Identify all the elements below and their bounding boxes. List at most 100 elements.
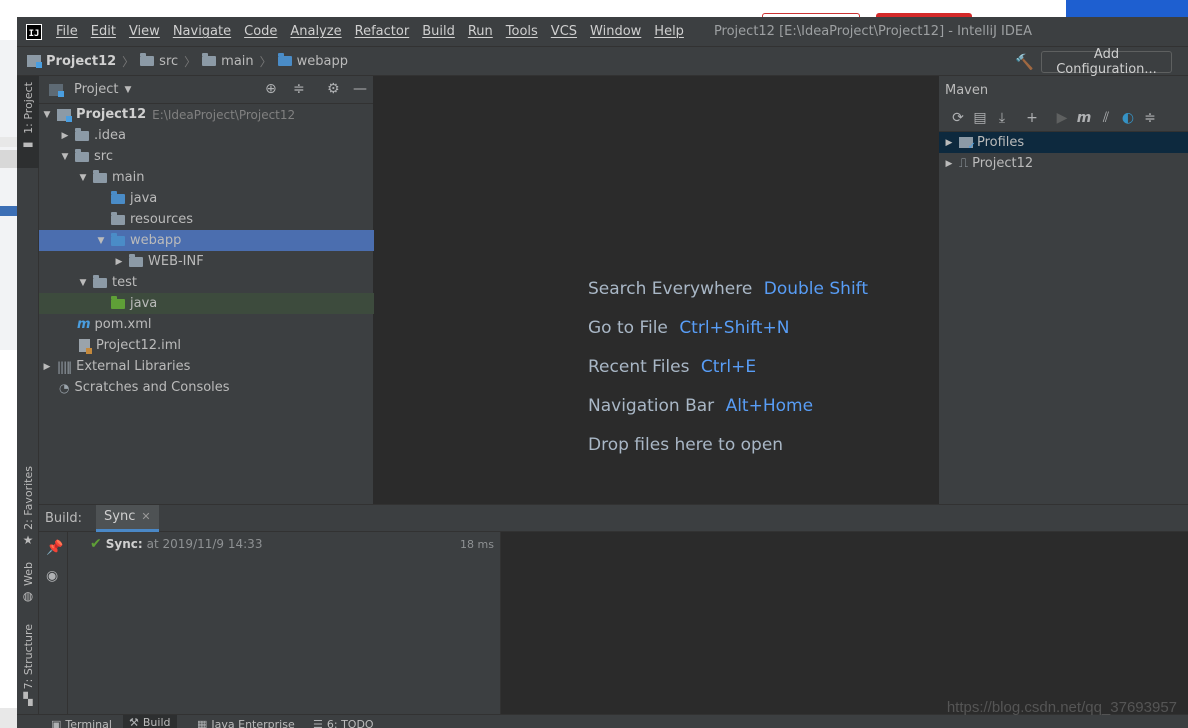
maven-title: Maven	[945, 82, 989, 98]
reimport-icon[interactable]: ⟳	[947, 110, 969, 126]
breadcrumb-label: src	[159, 53, 179, 69]
menu-file[interactable]: File	[56, 24, 78, 39]
tree-item-label: webapp	[130, 233, 182, 248]
project-view-selector[interactable]: Project	[74, 82, 118, 97]
web-folder-icon	[277, 53, 292, 66]
collapsed-arrow-icon[interactable]: ▶	[943, 138, 955, 148]
breadcrumb-webapp[interactable]: webapp	[277, 53, 348, 69]
maven-item-project12[interactable]: ▶ ⎍ Project12	[939, 153, 1188, 174]
tree-item-main[interactable]: ▼ main	[39, 167, 374, 188]
tool-tab-project[interactable]: 1: Project ▬	[17, 76, 39, 168]
expanded-arrow-icon[interactable]: ▼	[95, 236, 107, 246]
tool-tab-structure[interactable]: 7: Structure ▚	[17, 624, 39, 705]
menu-view[interactable]: View	[129, 24, 160, 39]
chevron-right-icon: 〉	[184, 54, 197, 69]
collapse-all-icon[interactable]: ≑	[293, 81, 305, 97]
folder-icon	[93, 274, 107, 288]
java-enterprise-icon: ▦	[197, 718, 208, 728]
run-icon[interactable]: ▶	[1051, 110, 1073, 126]
eye-icon[interactable]: ◉	[46, 568, 58, 584]
tool-tab-web[interactable]: Web ◍	[17, 562, 39, 602]
tree-item-resources[interactable]: resources	[39, 209, 374, 230]
menu-vcs[interactable]: VCS	[551, 24, 577, 39]
build-console[interactable]	[501, 532, 1188, 715]
tree-item-external-libraries[interactable]: ▶ |||‖ External Libraries	[39, 356, 374, 377]
sync-result-row[interactable]: ✔ Sync: at 2019/11/9 14:33	[90, 536, 262, 552]
execute-goal-icon[interactable]: m	[1073, 110, 1095, 126]
collapsed-arrow-icon[interactable]: ▶	[113, 257, 125, 267]
collapse-all-icon[interactable]: ≑	[1139, 110, 1161, 126]
tool-tab-label: 2: Favorites	[21, 466, 35, 530]
minimize-icon[interactable]: —	[353, 81, 367, 97]
tool-tab-todo[interactable]: ☰ 6: TODO	[313, 718, 374, 728]
breadcrumb-main[interactable]: main 〉	[202, 53, 278, 70]
gear-icon[interactable]: ⚙	[327, 81, 340, 97]
structure-icon: ▚	[23, 692, 33, 707]
editor-empty-area[interactable]: Search Everywhere Double Shift Go to Fil…	[374, 76, 938, 504]
collapsed-arrow-icon[interactable]: ▶	[943, 159, 955, 169]
menu-build[interactable]: Build	[422, 24, 455, 39]
tree-item-label: pom.xml	[94, 317, 152, 332]
tree-item-src[interactable]: ▼ src	[39, 146, 374, 167]
tool-tab-label: 7: Structure	[21, 624, 35, 690]
expanded-arrow-icon[interactable]: ▼	[77, 173, 89, 183]
globe-icon: ◍	[22, 588, 34, 603]
tree-item-test[interactable]: ▼ test	[39, 272, 374, 293]
menu-refactor[interactable]: Refactor	[355, 24, 410, 39]
tree-item-scratches[interactable]: ◔ Scratches and Consoles	[39, 377, 374, 398]
tree-item-webapp[interactable]: ▼ webapp	[39, 230, 374, 251]
watermark: https://blog.csdn.net/qq_37693957	[946, 699, 1177, 716]
tree-item-iml[interactable]: Project12.iml	[39, 335, 374, 356]
folder-icon	[140, 53, 155, 66]
menu-run[interactable]: Run	[468, 24, 493, 39]
tab-label: Sync	[104, 509, 136, 524]
expanded-arrow-icon[interactable]: ▼	[59, 152, 71, 162]
maven-item-label: Project12	[972, 156, 1034, 171]
expanded-arrow-icon[interactable]: ▼	[77, 278, 89, 288]
tree-item-pom[interactable]: m pom.xml	[39, 314, 374, 335]
tool-tab-build[interactable]: ⚒ Build	[123, 715, 177, 728]
menu-analyze[interactable]: Analyze	[290, 24, 341, 39]
tree-item-label: java	[130, 296, 158, 311]
pin-icon[interactable]: 📌	[46, 540, 63, 556]
sync-time: at 2019/11/9 14:33	[146, 537, 263, 551]
breadcrumb-src[interactable]: src 〉	[140, 53, 202, 70]
chevron-down-icon[interactable]: ▼	[124, 85, 131, 95]
add-icon[interactable]: +	[1021, 110, 1043, 126]
tool-tab-terminal[interactable]: ▣ Terminal	[51, 718, 112, 728]
menu-tools[interactable]: Tools	[506, 24, 538, 39]
menu-code[interactable]: Code	[244, 24, 277, 39]
expanded-arrow-icon[interactable]: ▼	[41, 110, 53, 120]
tool-tab-favorites[interactable]: 2: Favorites ★	[17, 466, 39, 546]
folder-icon	[93, 169, 107, 183]
star-icon: ★	[22, 532, 34, 547]
collapsed-arrow-icon[interactable]: ▶	[59, 131, 71, 141]
tab-sync[interactable]: Sync ✕	[96, 504, 159, 532]
menu-navigate[interactable]: Navigate	[173, 24, 231, 39]
menu-edit[interactable]: Edit	[91, 24, 116, 39]
tree-item-idea[interactable]: ▶ .idea	[39, 125, 374, 146]
collapsed-arrow-icon[interactable]: ▶	[41, 362, 53, 372]
hint-shortcut: Ctrl+E	[700, 357, 757, 377]
skip-tests-icon[interactable]: ⫽	[1095, 110, 1117, 126]
tree-item-main-java[interactable]: java	[39, 188, 374, 209]
menu-window[interactable]: Window	[590, 24, 641, 39]
build-hammer-icon[interactable]: 🔨	[1015, 53, 1034, 71]
tree-item-project12[interactable]: ▼ Project12 E:\IdeaProject\Project12	[39, 104, 374, 125]
hint-text: Navigation Bar	[588, 396, 715, 416]
add-configuration-button[interactable]: Add Configuration...	[1041, 47, 1172, 77]
tree-item-label: Scratches and Consoles	[74, 380, 230, 395]
tree-item-label: main	[112, 170, 145, 185]
maven-item-profiles[interactable]: ▶ Profiles	[939, 132, 1188, 153]
offline-mode-icon[interactable]: ◐	[1117, 110, 1139, 126]
hint-search-everywhere: Search Everywhere Double Shift	[588, 279, 868, 299]
menu-help[interactable]: Help	[654, 24, 684, 39]
tree-item-test-java[interactable]: java	[39, 293, 374, 314]
download-icon[interactable]: ⤓	[991, 110, 1013, 126]
tool-tab-java-enterprise[interactable]: ▦ Java Enterprise	[197, 718, 295, 728]
breadcrumb-project12[interactable]: Project12 〉	[27, 53, 140, 70]
close-icon[interactable]: ✕	[141, 510, 150, 523]
generate-sources-icon[interactable]: ▤	[969, 110, 991, 126]
tree-item-web-inf[interactable]: ▶ WEB-INF	[39, 251, 374, 272]
locate-icon[interactable]: ⊕	[265, 81, 277, 97]
